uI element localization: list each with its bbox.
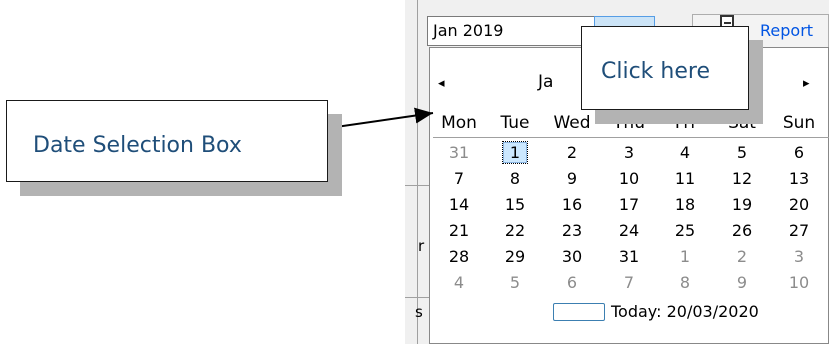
date-selection-callout: Date Selection Box — [6, 100, 328, 182]
click-here-callout: Click here — [581, 26, 749, 110]
